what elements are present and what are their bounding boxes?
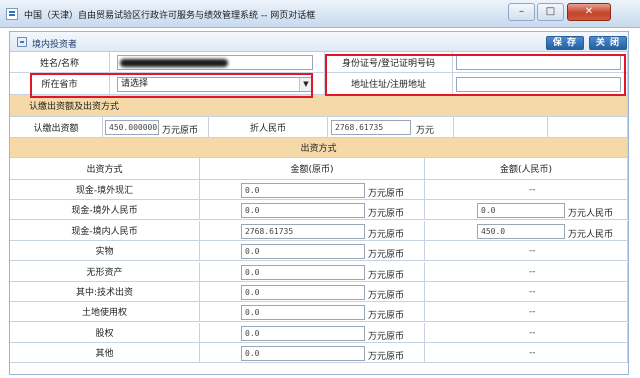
orig-amount-unit: 万元原币 <box>368 270 405 281</box>
subscription-amount-cell: 450.000000 万元原币 <box>103 117 209 138</box>
subscription-amount-input[interactable]: 450.000000 <box>105 120 159 135</box>
form-icon <box>17 37 27 47</box>
orig-amount-cell: 2768.61735 万元原币 <box>200 220 425 241</box>
redacted-name <box>120 59 228 67</box>
window-close-button[interactable]: ✕ <box>567 3 611 21</box>
method-name: 现金-境外人民币 <box>10 200 200 221</box>
rmb-amount-cell: -- <box>425 241 628 262</box>
orig-amount-unit: 万元原币 <box>368 352 405 363</box>
method-name: 股权 <box>10 322 200 343</box>
address-input[interactable] <box>456 77 621 92</box>
method-name: 其中:技术出资 <box>10 282 200 302</box>
rmb-amount-input[interactable]: 450.0 <box>477 223 565 239</box>
orig-amount-cell: 0.0 万元原币 <box>200 322 425 343</box>
orig-amount-cell: 0.0 万元原币 <box>200 200 425 221</box>
orig-amount-input[interactable]: 2768.61735 <box>241 223 365 239</box>
rmb-amount-cell: -- <box>425 302 628 323</box>
address-label: 地址住址/注册地址 <box>325 73 453 95</box>
rmb-amount-empty: -- <box>529 287 536 297</box>
orig-amount-input[interactable]: 0.0 <box>241 264 365 280</box>
orig-amount-input[interactable]: 0.0 <box>241 244 365 260</box>
name-cell <box>110 52 325 73</box>
orig-amount-cell: 0.0 万元原币 <box>200 302 425 323</box>
province-selected-value: 请选择 <box>121 79 149 89</box>
subscription-amount-label: 认缴出资额 <box>10 117 103 138</box>
investor-panel: 境内投资者 保 存 关 闭 姓名/名称 身份证号/登记证明号码 所在省市 请选择… <box>9 31 629 375</box>
province-label: 所在省市 <box>10 73 110 95</box>
rmb-equivalent-unit: 万元 <box>416 126 435 136</box>
rmb-amount-unit: 万元人民币 <box>568 209 614 220</box>
id-cell <box>453 52 628 73</box>
column-header-rmb-amount: 金额(人民币) <box>425 158 628 180</box>
column-header-method: 出资方式 <box>10 158 200 180</box>
methods-section-header: 出资方式 <box>10 138 628 158</box>
close-button[interactable]: 关 闭 <box>589 36 627 50</box>
app-window-icon <box>6 8 18 20</box>
name-input[interactable] <box>117 55 313 70</box>
panel-header: 境内投资者 保 存 关 闭 <box>10 32 628 52</box>
orig-amount-cell: 0.0 万元原币 <box>200 261 425 282</box>
orig-amount-cell: 0.0 万元原币 <box>200 180 425 200</box>
orig-amount-input[interactable]: 0.0 <box>241 305 365 321</box>
orig-amount-input[interactable]: 0.0 <box>241 285 365 300</box>
rmb-amount-cell: -- <box>425 343 628 364</box>
orig-amount-unit: 万元原币 <box>368 311 405 322</box>
empty-cell <box>548 117 628 138</box>
window-titlebar: 中国（天津）自由贸易试验区行政许可服务与绩效管理系统 -- 网页对话框 – □ … <box>0 0 640 28</box>
maximize-button[interactable]: □ <box>537 3 564 21</box>
panel-title: 境内投资者 <box>32 40 78 50</box>
save-button[interactable]: 保 存 <box>546 36 584 50</box>
method-name: 无形资产 <box>10 261 200 282</box>
orig-amount-unit: 万元原币 <box>368 250 405 261</box>
id-label: 身份证号/登记证明号码 <box>325 52 453 73</box>
method-name: 实物 <box>10 241 200 262</box>
rmb-amount-empty: -- <box>529 246 536 257</box>
rmb-amount-unit: 万元人民币 <box>568 229 614 240</box>
address-cell <box>453 73 628 95</box>
method-name: 其他 <box>10 343 200 364</box>
rmb-amount-cell: 0.0 万元人民币 <box>425 200 628 221</box>
rmb-amount-cell: -- <box>425 282 628 302</box>
orig-amount-unit: 万元原币 <box>368 331 405 342</box>
rmb-amount-empty: -- <box>529 307 536 318</box>
rmb-amount-cell: -- <box>425 261 628 282</box>
rmb-equivalent-input[interactable]: 2768.61735 <box>331 120 411 135</box>
rmb-amount-cell: -- <box>425 322 628 343</box>
subscription-section-header: 认缴出资额及出资方式 <box>10 95 628 117</box>
id-input[interactable] <box>456 55 621 70</box>
method-name: 现金-境外现汇 <box>10 180 200 200</box>
orig-amount-unit: 万元原币 <box>368 229 405 240</box>
minimize-button[interactable]: – <box>508 3 535 21</box>
orig-amount-input[interactable]: 0.0 <box>241 183 365 198</box>
method-name: 土地使用权 <box>10 302 200 323</box>
rmb-equivalent-label: 折人民币 <box>209 117 328 138</box>
orig-amount-unit: 万元原币 <box>368 189 405 199</box>
rmb-amount-empty: -- <box>529 185 536 195</box>
rmb-amount-cell: -- <box>425 180 628 200</box>
subscription-amount-unit: 万元原币 <box>162 126 199 136</box>
province-cell: 请选择 ▼ <box>110 73 325 95</box>
rmb-amount-empty: -- <box>529 348 536 359</box>
name-label: 姓名/名称 <box>10 52 110 73</box>
orig-amount-input[interactable]: 0.0 <box>241 203 365 219</box>
chevron-down-icon[interactable]: ▼ <box>299 78 312 91</box>
rmb-amount-empty: -- <box>529 266 536 277</box>
orig-amount-cell: 0.0 万元原币 <box>200 241 425 262</box>
empty-cell <box>454 117 548 138</box>
orig-amount-unit: 万元原币 <box>368 209 405 220</box>
method-name: 现金-境内人民币 <box>10 220 200 241</box>
province-select[interactable]: 请选择 ▼ <box>117 77 313 92</box>
rmb-amount-input[interactable]: 0.0 <box>477 203 565 219</box>
rmb-amount-cell: 450.0 万元人民币 <box>425 220 628 241</box>
column-header-orig-amount: 金额(原币) <box>200 158 425 180</box>
orig-amount-cell: 0.0 万元原币 <box>200 343 425 364</box>
orig-amount-unit: 万元原币 <box>368 291 405 301</box>
orig-amount-cell: 0.0 万元原币 <box>200 282 425 302</box>
window-title: 中国（天津）自由贸易试验区行政许可服务与绩效管理系统 -- 网页对话框 <box>24 11 316 21</box>
rmb-equivalent-cell: 2768.61735 万元 <box>328 117 454 138</box>
orig-amount-input[interactable]: 0.0 <box>241 346 365 362</box>
rmb-amount-empty: -- <box>529 327 536 338</box>
orig-amount-input[interactable]: 0.0 <box>241 325 365 341</box>
